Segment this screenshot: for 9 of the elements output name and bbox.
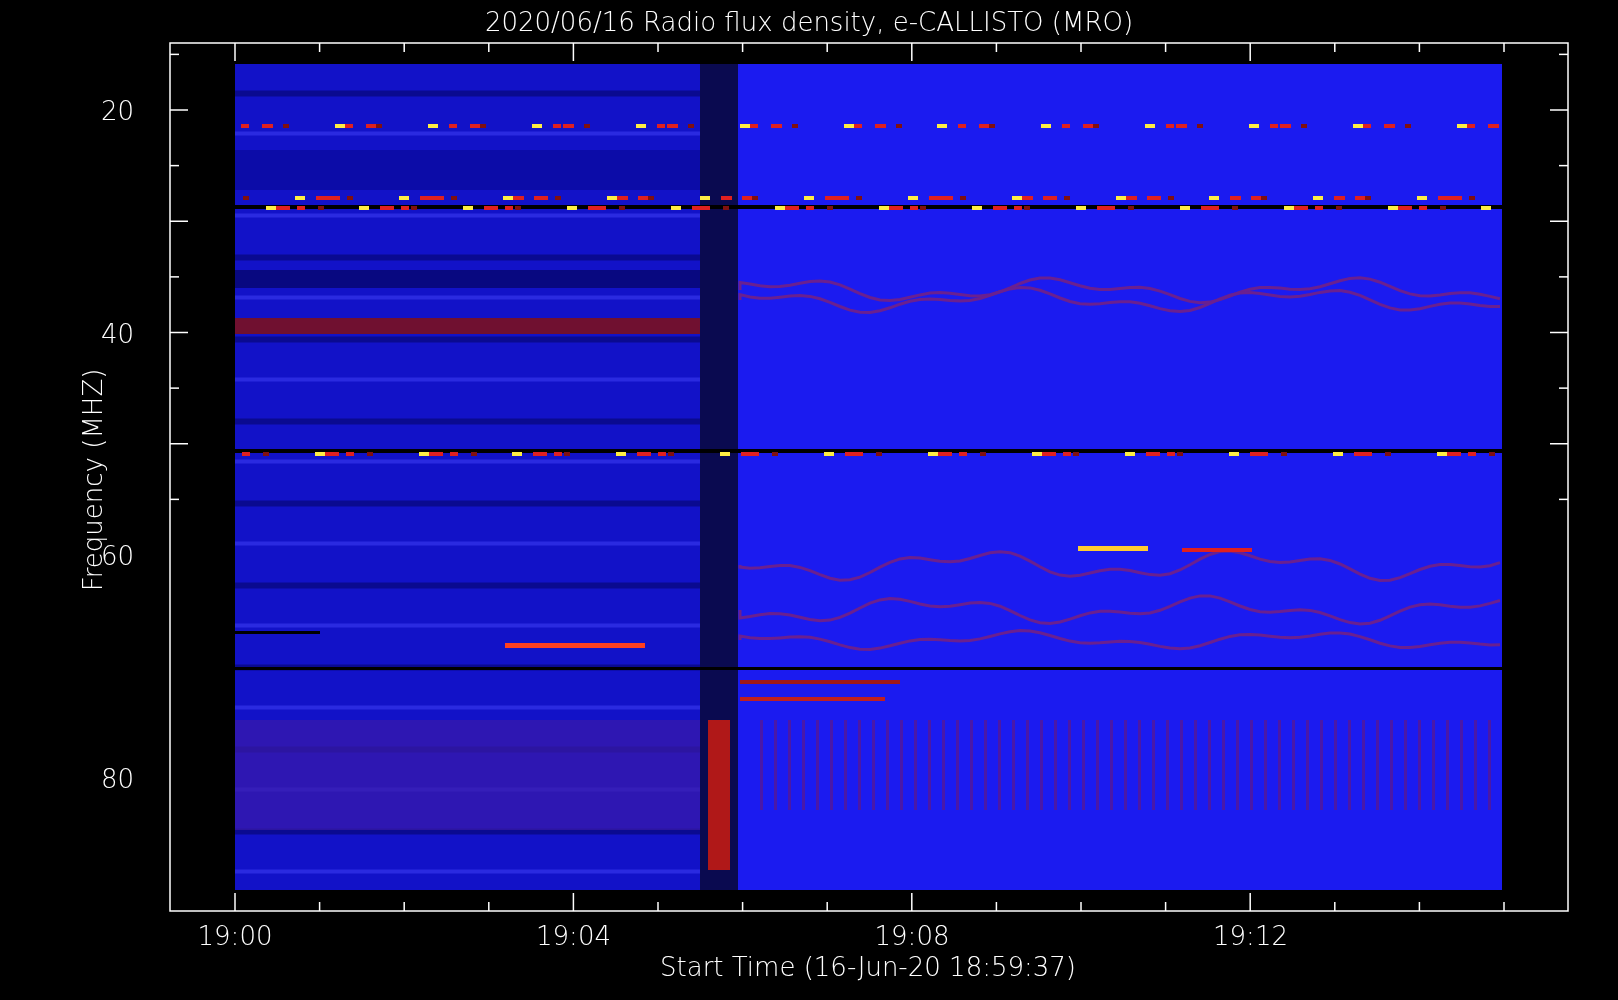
- chart-title: 2020/06/16 Radio flux density, e-CALLISTO (MRO): [484, 7, 1134, 37]
- y-tick-label: 40: [100, 318, 134, 349]
- x-tick-label: 19:04: [536, 921, 611, 951]
- x-axis-label: Start Time (16-Jun-20 18:59:37): [660, 952, 1076, 982]
- x-tick-label: 19:08: [874, 921, 950, 951]
- y-tick-label: 80: [100, 763, 134, 794]
- x-tick-label: 19:00: [197, 921, 273, 951]
- x-tick-label: 19:12: [1213, 921, 1288, 951]
- y-tick-label: 20: [100, 96, 134, 126]
